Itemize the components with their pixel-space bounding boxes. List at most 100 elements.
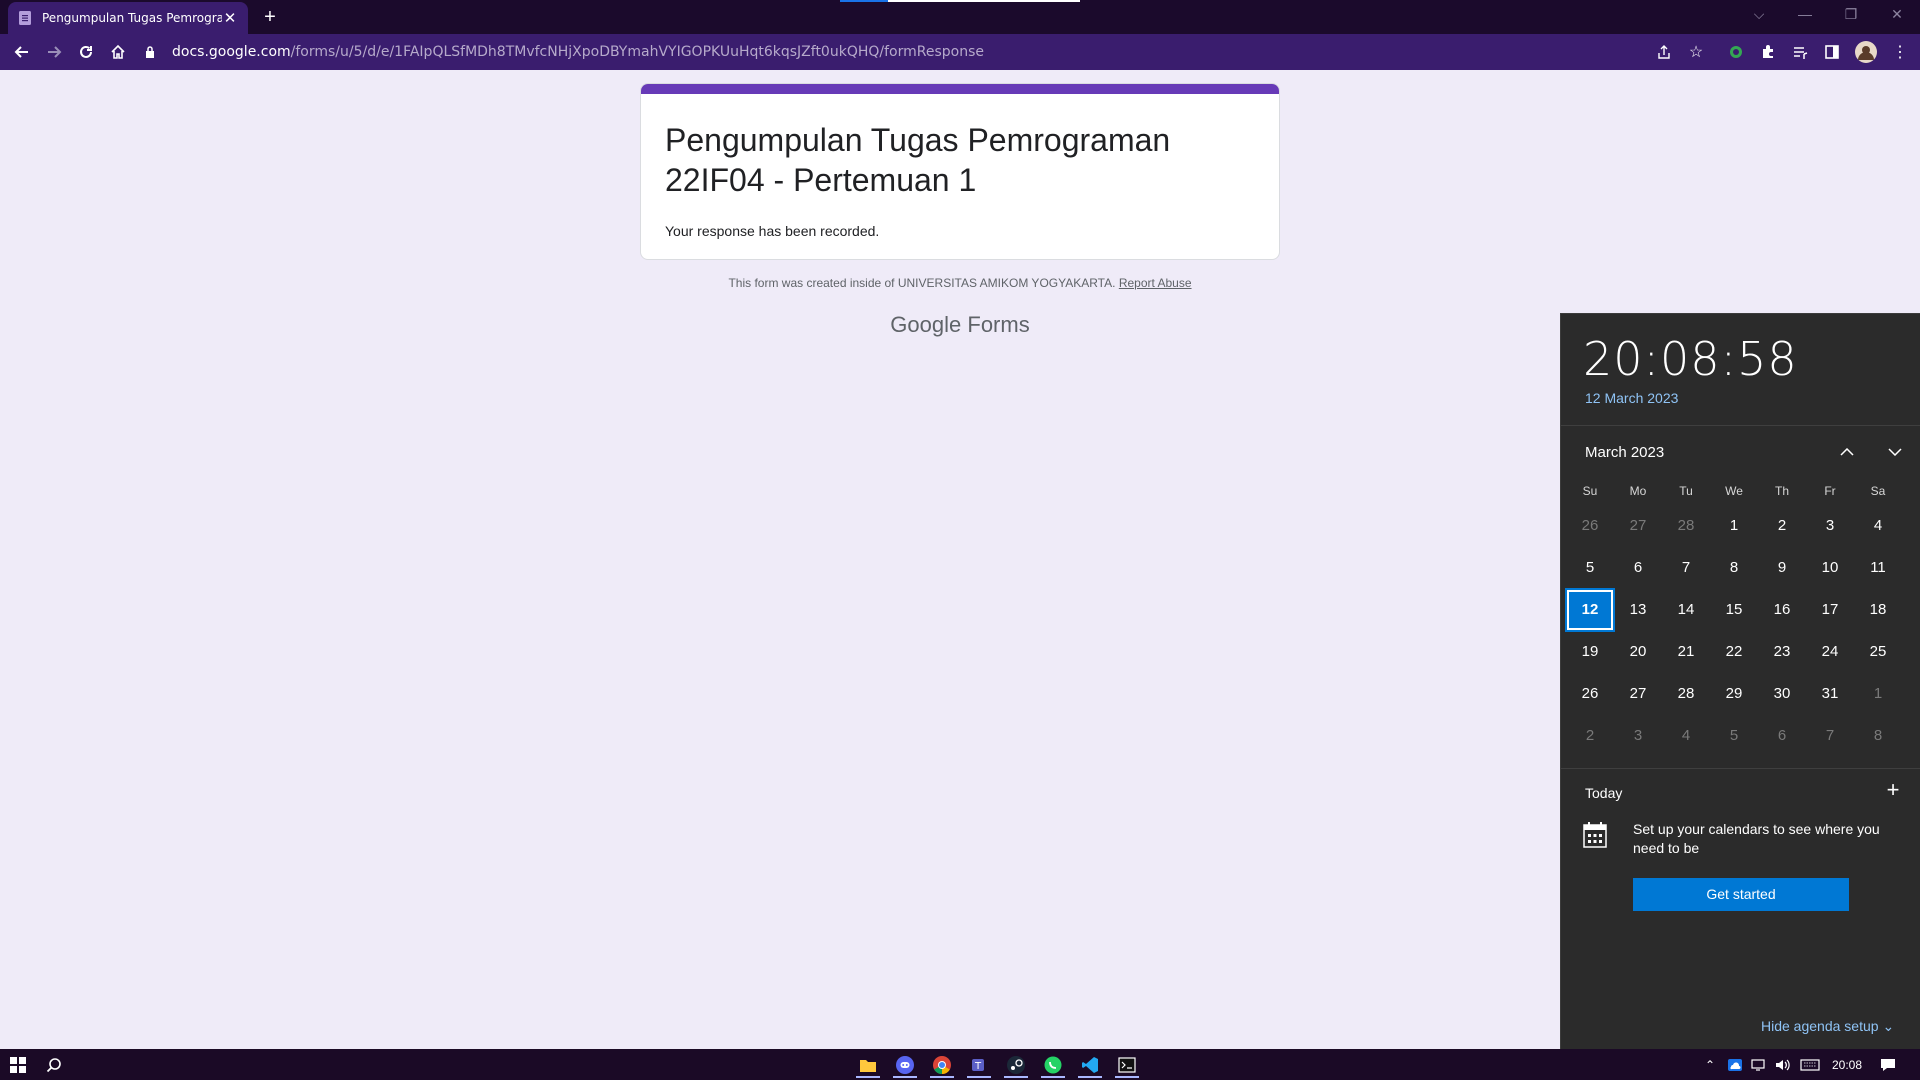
vscode-icon[interactable] <box>1074 1051 1106 1078</box>
calendar-day[interactable]: 7 <box>1807 716 1853 756</box>
calendar-icon <box>1583 822 1611 850</box>
calendar-day[interactable]: 26 <box>1567 674 1613 714</box>
calendar-day[interactable]: 22 <box>1711 632 1757 672</box>
previous-month-icon[interactable] <box>1833 440 1861 464</box>
calendar-day[interactable]: 4 <box>1663 716 1709 756</box>
close-window-icon[interactable]: ✕ <box>1874 0 1920 30</box>
file-explorer-icon[interactable] <box>852 1051 884 1078</box>
calendar-day[interactable]: 18 <box>1855 590 1901 630</box>
calendar-day[interactable]: 3 <box>1615 716 1661 756</box>
browser-tab[interactable]: Pengumpulan Tugas Pemrogram ✕ <box>8 2 248 34</box>
menu-kebab-icon[interactable]: ⋮ <box>1888 40 1912 64</box>
hide-agenda-setup-link[interactable]: Hide agenda setup ⌄ <box>1761 1018 1894 1035</box>
terminal-icon[interactable] <box>1111 1051 1143 1078</box>
notifications-icon[interactable] <box>1876 1055 1900 1075</box>
calendar-day[interactable]: 24 <box>1807 632 1853 672</box>
calendar-day[interactable]: 8 <box>1711 548 1757 588</box>
calendar-day[interactable]: 6 <box>1759 716 1805 756</box>
extensions-puzzle-icon[interactable] <box>1756 40 1780 64</box>
logo-forms-text: Forms <box>967 312 1030 337</box>
browser-toolbar: docs.google.com/forms/u/5/d/e/1FAIpQLSfM… <box>0 34 1920 70</box>
calendar-day[interactable]: 23 <box>1759 632 1805 672</box>
calendar-day[interactable]: 11 <box>1855 548 1901 588</box>
calendar-day[interactable]: 27 <box>1615 674 1661 714</box>
calendar-day[interactable]: 28 <box>1663 674 1709 714</box>
home-icon[interactable] <box>104 38 132 66</box>
calendar-day[interactable]: 6 <box>1615 548 1661 588</box>
report-abuse-link[interactable]: Report Abuse <box>1119 276 1192 290</box>
restore-icon[interactable]: ❐ <box>1828 0 1874 30</box>
calendar-day[interactable]: 30 <box>1759 674 1805 714</box>
ms-teams-icon[interactable]: T <box>963 1051 995 1078</box>
calendar-day[interactable]: 1 <box>1711 506 1757 546</box>
calendar-day[interactable]: 3 <box>1807 506 1853 546</box>
minimize-icon[interactable]: — <box>1782 0 1828 30</box>
calendar-day[interactable]: 25 <box>1855 632 1901 672</box>
discord-icon[interactable] <box>889 1051 921 1078</box>
back-icon[interactable] <box>8 38 36 66</box>
bookmark-star-icon[interactable]: ☆ <box>1684 40 1708 64</box>
calendar-day[interactable]: 27 <box>1615 506 1661 546</box>
calendar-day[interactable]: 10 <box>1807 548 1853 588</box>
side-panel-icon[interactable] <box>1820 40 1844 64</box>
keyboard-icon[interactable] <box>1798 1055 1822 1075</box>
google-forms-favicon-icon <box>18 11 32 25</box>
agenda-setup-text: Set up your calendars to see where you n… <box>1633 821 1880 856</box>
search-icon[interactable] <box>38 1051 70 1078</box>
extension-green-icon[interactable] <box>1724 40 1748 64</box>
calendar-day[interactable]: 19 <box>1567 632 1613 672</box>
chevron-up-icon[interactable]: ⌃ <box>1700 1055 1720 1075</box>
calendar-day[interactable]: 8 <box>1855 716 1901 756</box>
calendar-month-label[interactable]: March 2023 <box>1585 444 1664 461</box>
flyout-date-link[interactable]: 12 March 2023 <box>1585 390 1678 406</box>
footer-note-text: This form was created inside of UNIVERSI… <box>728 276 1116 290</box>
calendar-day[interactable]: 29 <box>1711 674 1757 714</box>
onedrive-icon[interactable] <box>1724 1055 1746 1075</box>
windows-start-icon[interactable] <box>2 1051 34 1078</box>
steam-icon[interactable] <box>1000 1051 1032 1078</box>
calendar-day[interactable]: 5 <box>1711 716 1757 756</box>
whatsapp-icon[interactable] <box>1037 1051 1069 1078</box>
calendar-day[interactable]: 2 <box>1759 506 1805 546</box>
get-started-button[interactable]: Get started <box>1633 878 1849 911</box>
share-icon[interactable] <box>1652 40 1676 64</box>
calendar-day[interactable]: 4 <box>1855 506 1901 546</box>
profile-avatar-icon[interactable] <box>1854 40 1878 64</box>
calendar-day[interactable]: 7 <box>1663 548 1709 588</box>
calendar-day[interactable]: 31 <box>1807 674 1853 714</box>
calendar-day[interactable]: 13 <box>1615 590 1661 630</box>
close-tab-icon[interactable]: ✕ <box>222 9 238 27</box>
calendar-day-today[interactable]: 12 <box>1567 590 1613 630</box>
calendar-day[interactable]: 2 <box>1567 716 1613 756</box>
hide-agenda-label: Hide agenda setup <box>1761 1018 1879 1034</box>
forward-icon[interactable] <box>40 38 68 66</box>
tab-search-icon[interactable]: ⌵ <box>1736 0 1782 30</box>
reload-icon[interactable] <box>72 38 100 66</box>
windows-taskbar: T ⌃ 20:08 <box>0 1049 1920 1080</box>
calendar-day[interactable]: 1 <box>1855 674 1901 714</box>
calendar-day[interactable]: 5 <box>1567 548 1613 588</box>
weekday-label: Fr <box>1824 484 1836 498</box>
calendar-day[interactable]: 9 <box>1759 548 1805 588</box>
tab-strip-highlight-accent <box>840 0 888 2</box>
calendar-day[interactable]: 15 <box>1711 590 1757 630</box>
calendar-day[interactable]: 20 <box>1615 632 1661 672</box>
address-bar[interactable]: docs.google.com/forms/u/5/d/e/1FAIpQLSfM… <box>140 38 1700 66</box>
new-tab-icon[interactable]: + <box>258 5 282 29</box>
taskbar-clock[interactable]: 20:08 <box>1826 1055 1868 1075</box>
calendar-day[interactable]: 17 <box>1807 590 1853 630</box>
volume-icon[interactable] <box>1772 1055 1794 1075</box>
calendar-day[interactable]: 28 <box>1663 506 1709 546</box>
chrome-icon[interactable] <box>926 1051 958 1078</box>
calendar-flyout: 20:08:58 12 March 2023 March 2023 Su Mo Tu… <box>1560 313 1920 1049</box>
calendar-day[interactable]: 26 <box>1567 506 1613 546</box>
media-queue-icon[interactable] <box>1788 40 1812 64</box>
calendar-day[interactable]: 21 <box>1663 632 1709 672</box>
next-month-icon[interactable] <box>1881 440 1909 464</box>
lock-icon[interactable] <box>140 46 160 58</box>
calendar-day[interactable]: 16 <box>1759 590 1805 630</box>
calendar-day[interactable]: 14 <box>1663 590 1709 630</box>
network-icon[interactable] <box>1748 1055 1770 1075</box>
response-recorded-message: Your response has been recorded. <box>665 223 880 239</box>
add-event-icon[interactable]: + <box>1881 778 1905 802</box>
